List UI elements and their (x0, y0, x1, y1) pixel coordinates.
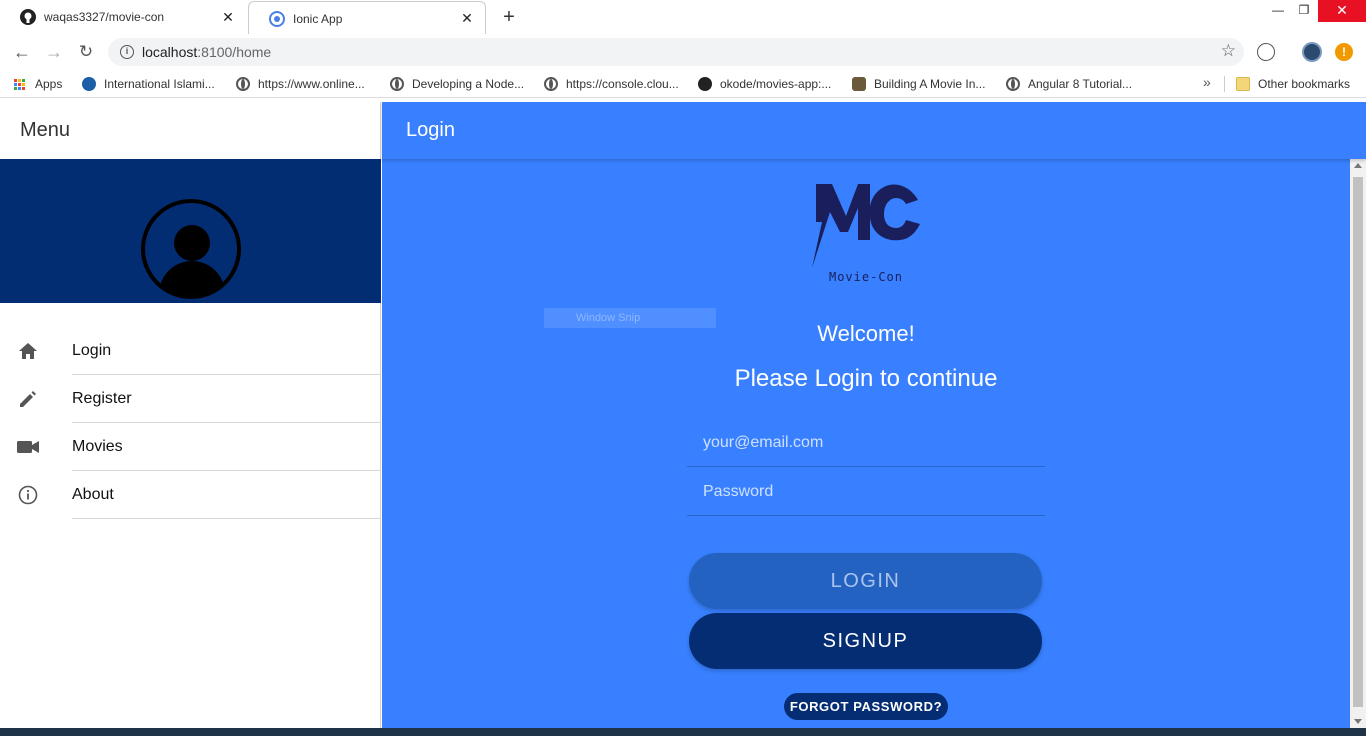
tab-title: waqas3327/movie-con (44, 10, 165, 24)
menu-item-login[interactable]: Login (0, 327, 381, 375)
globe-icon (236, 77, 250, 91)
divider (1224, 76, 1225, 92)
close-icon[interactable]: ✕ (457, 10, 477, 27)
update-alert-icon[interactable]: ! (1335, 43, 1353, 61)
person-avatar-icon (141, 199, 241, 299)
forgot-password-button[interactable]: FORGOT PASSWORD? (784, 693, 948, 720)
scrollbar[interactable] (1350, 159, 1366, 728)
password-field (687, 468, 1045, 516)
pencil-icon (16, 389, 40, 409)
url-input[interactable]: i localhost:8100/home ☆ (108, 38, 1244, 66)
login-page: Login Movie-Con Window Snip Welcome! Ple… (382, 102, 1366, 728)
extension-icon[interactable] (1257, 43, 1275, 61)
oth-icon (82, 77, 96, 91)
other-bookmarks[interactable]: Other bookmarks (1236, 76, 1350, 92)
movie-icon (852, 77, 866, 91)
menu-item-about[interactable]: About (0, 471, 381, 519)
restore-icon[interactable]: ❐ (1294, 0, 1314, 22)
password-input[interactable] (687, 468, 1045, 515)
new-tab-icon[interactable]: + (498, 6, 520, 29)
forward-arrow-icon[interactable]: → (42, 40, 66, 64)
bookmark-item[interactable]: Angular 8 Tutorial... (1006, 76, 1132, 92)
menu-item-register[interactable]: Register (0, 375, 381, 423)
profile-avatar[interactable] (1302, 42, 1322, 62)
menu-item-label: About (72, 486, 114, 503)
side-menu: Menu Login Register Movies About (0, 102, 381, 728)
bookmark-item[interactable]: International Islami... (82, 76, 215, 92)
minimize-icon[interactable]: — (1268, 0, 1288, 22)
url-text: localhost:8100/home (142, 44, 272, 60)
logo-caption: Movie-Con (828, 270, 904, 284)
github-icon (20, 9, 36, 25)
divider (72, 518, 381, 519)
email-field (687, 419, 1045, 467)
login-subtitle: Please Login to continue (734, 365, 998, 392)
bookmark-item[interactable]: https://console.clou... (544, 76, 679, 92)
bookmark-item[interactable]: Building A Movie In... (852, 76, 985, 92)
star-icon[interactable]: ☆ (1221, 41, 1236, 61)
reload-icon[interactable]: ↻ (74, 40, 98, 64)
profile-banner (0, 159, 381, 303)
back-arrow-icon[interactable]: ← (10, 40, 34, 64)
movie-con-logo: Movie-Con (810, 182, 922, 286)
browser-tab-strip: waqas3327/movie-con ✕ Ionic App ✕ + — ❐ … (0, 0, 1366, 35)
menu-item-label: Movies (72, 438, 123, 455)
page-title: Login (382, 102, 1366, 159)
bookmark-item[interactable]: https://www.online... (236, 76, 365, 92)
info-icon (16, 485, 40, 505)
home-icon (16, 341, 40, 361)
videocam-icon (16, 437, 40, 457)
address-bar-row: ← → ↻ i localhost:8100/home ☆ (0, 34, 1366, 70)
globe-icon (544, 77, 558, 91)
email-input[interactable] (687, 419, 1045, 466)
tab-title: Ionic App (293, 11, 343, 26)
apps-grid-icon (14, 78, 25, 90)
scroll-down-icon[interactable] (1354, 719, 1362, 724)
info-icon[interactable]: i (120, 45, 134, 59)
close-icon[interactable]: ✕ (218, 9, 238, 26)
window-close-icon[interactable]: ✕ (1318, 0, 1366, 22)
menu-item-label: Register (72, 390, 132, 407)
bookmark-apps[interactable]: Apps (14, 76, 62, 92)
login-button[interactable]: LOGIN (689, 553, 1042, 609)
tab-github[interactable]: waqas3327/movie-con ✕ (0, 0, 246, 34)
os-taskbar (0, 728, 1366, 736)
signup-button[interactable]: SIGNUP (689, 613, 1042, 669)
scrollbar-thumb[interactable] (1353, 177, 1363, 707)
chromium-icon (269, 10, 285, 27)
app-root: Menu Login Register Movies About Login M… (0, 102, 1366, 728)
folder-icon (1236, 77, 1250, 91)
globe-icon (390, 77, 404, 91)
bookmark-item[interactable]: okode/movies-app:... (698, 76, 831, 92)
menu-item-movies[interactable]: Movies (0, 423, 381, 471)
scroll-up-icon[interactable] (1354, 163, 1362, 168)
welcome-heading: Welcome! (817, 321, 915, 346)
menu-title: Menu (20, 119, 71, 141)
globe-icon (1006, 77, 1020, 91)
bookmarks-bar: Apps International Islami... https://www… (0, 70, 1366, 98)
menu-list: Login Register Movies About (0, 327, 381, 519)
menu-item-label: Login (72, 342, 112, 359)
github-icon (698, 77, 712, 91)
tab-ionic-app[interactable]: Ionic App ✕ (248, 1, 486, 35)
more-bookmarks-icon[interactable]: » (1203, 74, 1211, 90)
bookmark-item[interactable]: Developing a Node... (390, 76, 524, 92)
